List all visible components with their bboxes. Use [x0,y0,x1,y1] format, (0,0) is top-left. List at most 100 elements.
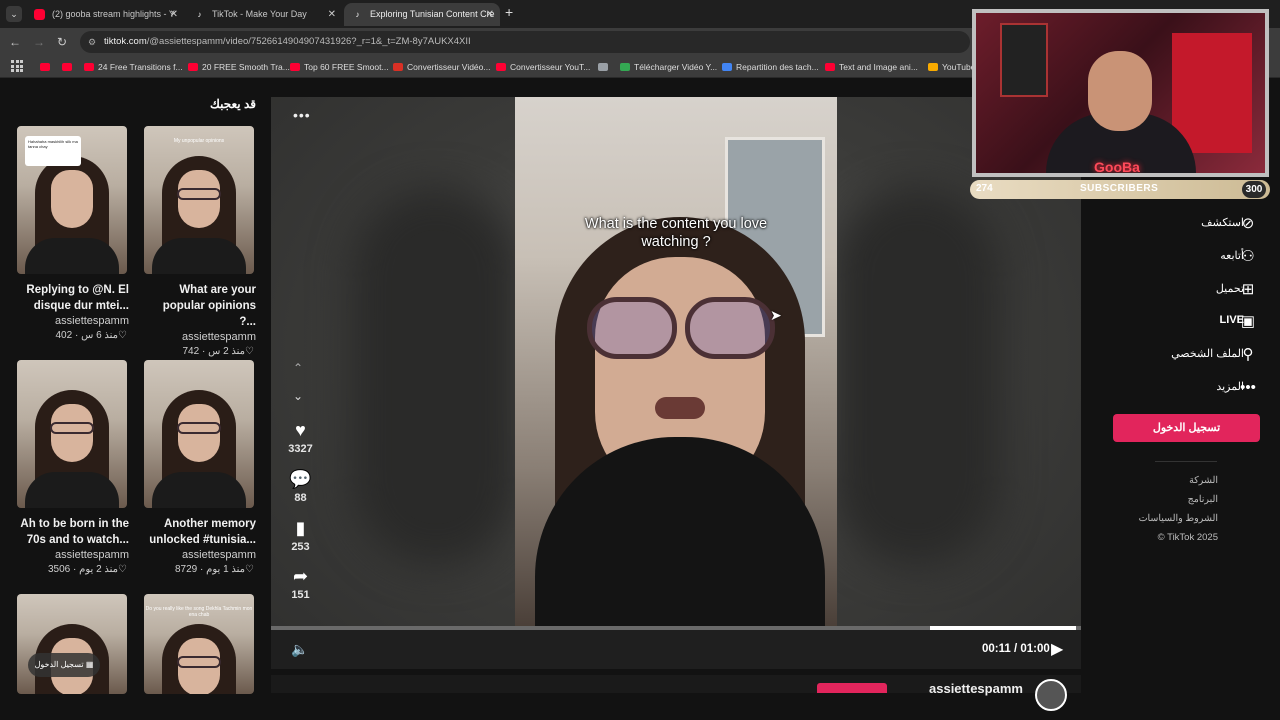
video-thumbnail[interactable]: My unpopular opinions [144,126,254,274]
tab-title: TikTok - Make Your Day [212,9,307,19]
bookmark-label: Convertisseur Vidéo... [407,62,491,72]
bookmark-item[interactable]: Convertisseur Vidéo... [393,60,490,74]
comment-action[interactable]: 💬 88 [283,468,318,504]
recommended-video-card[interactable]: Another memory unlocked #tunisia... assi… [144,360,256,575]
tab-tiktok-home[interactable]: ♪ TikTok - Make Your Day ✕ [186,3,342,26]
sidebar-item-explore[interactable]: استكشف [1201,216,1244,229]
bookmark-icon [188,63,198,71]
video-thumbnail[interactable]: Do you really like the song Dekhla Tachm… [144,594,254,694]
footer-terms[interactable]: الشروط والسياسات [1139,513,1218,524]
tiktok-icon: ♪ [355,10,360,19]
recommended-video-card[interactable]: Ah to be born in the 70s and to watch...… [17,360,129,575]
card-title-line2: popular opinions ?... [162,300,256,328]
video-thumbnail[interactable] [144,360,254,508]
bookmark-item[interactable]: Text and Image ani... [825,60,918,74]
recommended-video-card[interactable] [17,594,129,694]
new-tab-button[interactable]: + [505,4,513,20]
login-chip[interactable]: تسجيل الدخول ▦ [28,653,100,677]
bookmark-item[interactable]: YouTube [928,60,975,74]
login-chip-label: تسجيل الدخول [34,660,84,669]
author-name[interactable]: assiettespamm [929,681,1023,696]
bookmark-label: YouTube [942,62,976,72]
compass-icon[interactable]: ⊘ [1239,215,1257,233]
tab-search-icon[interactable]: ⌄ [6,6,22,22]
card-title-line1: Ah to be born in the [20,518,129,530]
heart-icon[interactable]: ♥ [283,419,318,441]
like-action[interactable]: ♥ 3327 [283,419,318,455]
follow-button[interactable] [817,683,887,693]
save-action[interactable]: ▮ 253 [283,517,318,553]
recommended-video-card[interactable]: Hahahaha maskhilih silk ma tanna chay Re… [17,126,129,341]
close-icon[interactable]: ✕ [170,3,178,26]
card-title-line2: unlocked #tunisia... [149,534,256,546]
reload-icon[interactable]: ↻ [57,34,67,50]
heart-icon: ♡ [118,330,127,341]
close-icon[interactable]: ✕ [486,3,494,26]
apps-grid-icon[interactable] [11,60,23,72]
play-icon[interactable]: ▶ [1051,639,1063,659]
video-player[interactable]: What is the content you love watching ? … [271,97,1081,669]
share-count: 151 [291,589,310,601]
bookmark-icon[interactable]: ▮ [283,517,318,539]
subscriber-goal-bar: 274 SUBSCRIBERS 300 [970,180,1270,199]
forward-icon[interactable]: → [33,34,45,50]
comment-icon[interactable]: 💬 [283,468,318,490]
stream-logo: GooBa [1094,159,1140,175]
live-icon[interactable]: ▣ [1239,313,1257,331]
video-frame[interactable] [515,97,837,627]
bookmark-item[interactable]: Repartition des tach... [722,60,819,74]
next-video-icon[interactable]: ⌄ [293,389,303,403]
caption-line2: watching ? [641,234,711,250]
thumbnail-caption: My unpopular opinions [173,138,225,144]
tab-gooba-highlights[interactable]: (2) gooba stream highlights - Y ✕ [26,3,184,26]
video-thumbnail[interactable] [17,360,127,508]
player-controls: 🔈 00:11 / 01:00 ▶ [271,630,1081,669]
address-bar[interactable]: ⚙ tiktok.com/@assiettespamm/video/752661… [80,31,970,53]
upload-icon[interactable]: ⊞ [1239,281,1257,299]
recommended-title: قد يعجبك [210,97,256,111]
bookmark-item[interactable]: Top 60 FREE Smoot... [290,60,389,74]
subscriber-label: SUBSCRIBERS [1080,183,1159,194]
thumbnail-caption: Do you really like the song Dekhla Tachm… [145,606,253,618]
footer-company[interactable]: الشركة [1189,475,1218,486]
follow-icon[interactable]: ⚇ [1239,248,1257,266]
bookmark-item[interactable]: Télécharger Vidéo Y... [620,60,717,74]
bookmark-icon [496,63,506,71]
card-likes: 742 [182,346,200,357]
bookmark-label: 24 Free Transitions f... [98,62,183,72]
card-author[interactable]: assiettespamm [17,315,129,327]
share-icon[interactable]: ➦ [283,565,318,587]
card-stats: منذ 2 س · 742 ♡ [182,346,254,357]
card-author[interactable]: assiettespamm [17,549,129,561]
recommended-video-card[interactable]: Do you really like the song Dekhla Tachm… [144,594,256,694]
card-author[interactable]: assiettespamm [144,331,256,343]
video-thumbnail[interactable] [17,594,127,694]
tab-exploring-tunisian[interactable]: ♪ Exploring Tunisian Content Cre ✕ [344,3,500,26]
more-icon[interactable]: ••• [1239,379,1257,397]
volume-icon[interactable]: 🔈 [291,641,308,658]
site-info-icon[interactable]: ⚙ [88,31,96,53]
bookmark-item[interactable]: 20 FREE Smooth Tra... [188,60,290,74]
bookmark-icon [928,63,938,71]
share-action[interactable]: ➦ 151 [283,565,318,601]
video-thumbnail[interactable]: Hahahaha maskhilih silk ma tanna chay [17,126,127,274]
avatar[interactable] [1035,679,1067,711]
card-author[interactable]: assiettespamm [144,549,256,561]
previous-video-icon[interactable]: ⌃ [293,361,303,375]
sidebar-item-profile[interactable]: الملف الشخصي [1171,347,1244,360]
recommended-video-card[interactable]: My unpopular opinions What are your popu… [144,126,256,357]
like-count: 3327 [288,443,313,455]
youtube-icon [34,9,45,20]
login-button[interactable]: تسجيل الدخول [1113,414,1260,442]
profile-icon[interactable]: ⚲ [1239,346,1257,364]
more-options-icon[interactable]: ••• [293,107,311,123]
bookmark-item[interactable]: Convertisseur YouT... [496,60,590,74]
bookmark-item[interactable]: 24 Free Transitions f... [84,60,183,74]
footer-program[interactable]: البرنامج [1188,494,1218,505]
card-age: منذ 2 س [208,346,246,357]
card-age: منذ 1 يوم [206,564,246,575]
back-icon[interactable]: ← [9,34,21,50]
close-icon[interactable]: ✕ [328,3,336,26]
card-age: منذ 2 يوم [79,564,119,575]
card-title-line1: What are your [179,284,256,296]
